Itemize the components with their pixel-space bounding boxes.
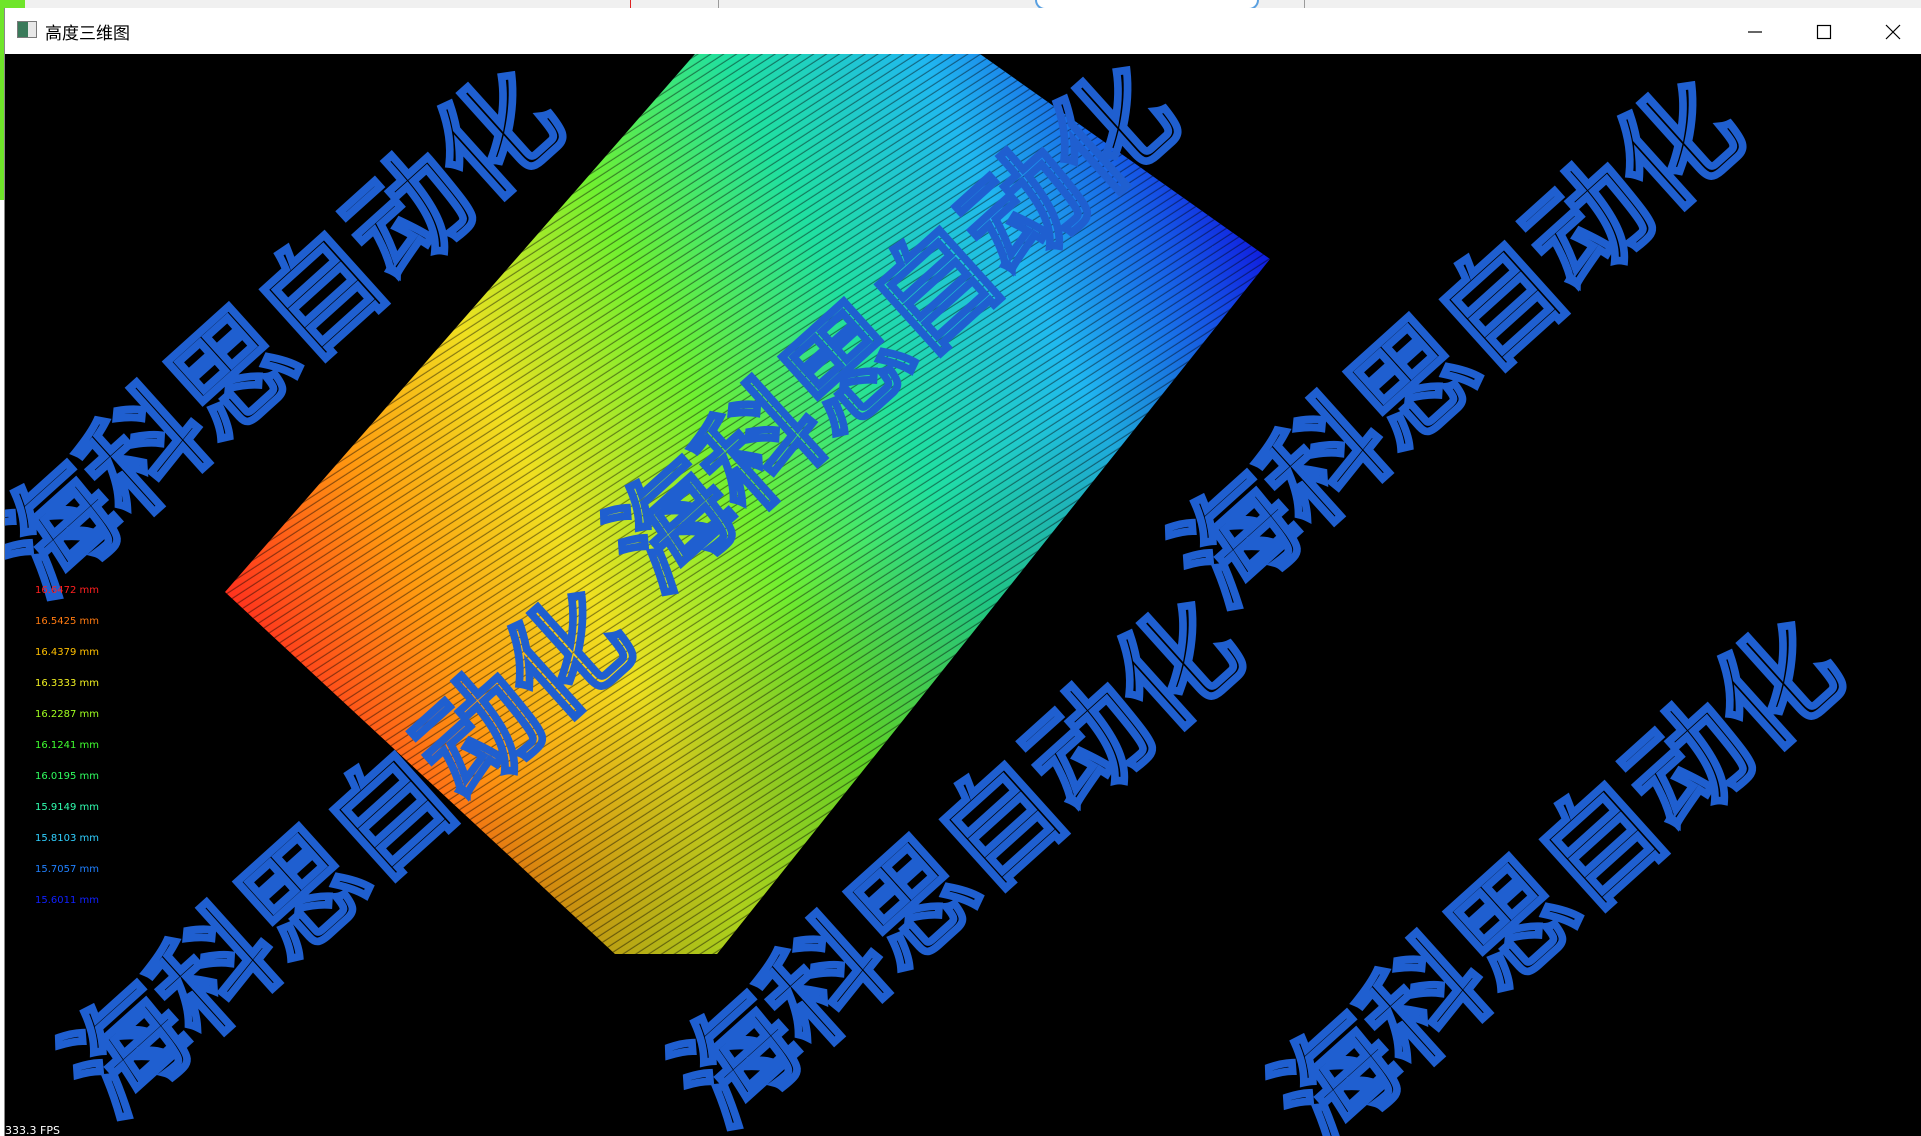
minimize-icon bbox=[1748, 31, 1762, 33]
legend-label: 16.5425 mm bbox=[35, 616, 100, 627]
3d-height-viewport[interactable]: 海科思自动化 海科思自动化 海科思自动化 海科思自动化 海科思自动化 海科思自动化 16.… bbox=[5, 54, 1921, 1136]
legend-label: 16.2287 mm bbox=[35, 709, 100, 720]
minimize-button[interactable] bbox=[1720, 8, 1788, 54]
legend-label: 15.7057 mm bbox=[35, 864, 100, 875]
title-bar[interactable]: 高度三维图 bbox=[5, 8, 1921, 54]
legend-label: 15.8103 mm bbox=[35, 833, 100, 844]
height-3d-window: 高度三维图 海科思自动化 海科思自动化 海科思自动化 海科思自动化 海科思自动化… bbox=[4, 8, 1921, 1136]
watermark-text: 海科思自动化 bbox=[1248, 595, 1866, 1136]
app-window-icon bbox=[17, 21, 37, 38]
legend-label: 16.4379 mm bbox=[35, 647, 100, 658]
legend-label: 15.6011 mm bbox=[35, 895, 100, 906]
legend-label: 16.1241 mm bbox=[35, 740, 100, 751]
legend-label: 16.3333 mm bbox=[35, 678, 100, 689]
maximize-button[interactable] bbox=[1789, 8, 1857, 54]
maximize-icon bbox=[1816, 24, 1832, 40]
watermark-text: 海科思自动化 bbox=[1148, 55, 1766, 631]
legend-label: 16.6472 mm bbox=[35, 585, 100, 596]
legend-label: 15.9149 mm bbox=[35, 802, 100, 813]
background-divider bbox=[718, 0, 719, 8]
background-divider bbox=[1304, 0, 1305, 8]
height-point-cloud: 海科思自动化海科思自动化海科思自动化海科思自动化海科思自动化海科思自动化 bbox=[5, 54, 1869, 1136]
close-button[interactable] bbox=[1858, 8, 1921, 54]
fps-counter: 333.3 FPS bbox=[5, 1124, 60, 1136]
window-title: 高度三维图 bbox=[45, 24, 130, 44]
legend-label: 16.0195 mm bbox=[35, 771, 100, 782]
close-icon bbox=[1885, 24, 1901, 40]
background-divider bbox=[630, 0, 631, 8]
